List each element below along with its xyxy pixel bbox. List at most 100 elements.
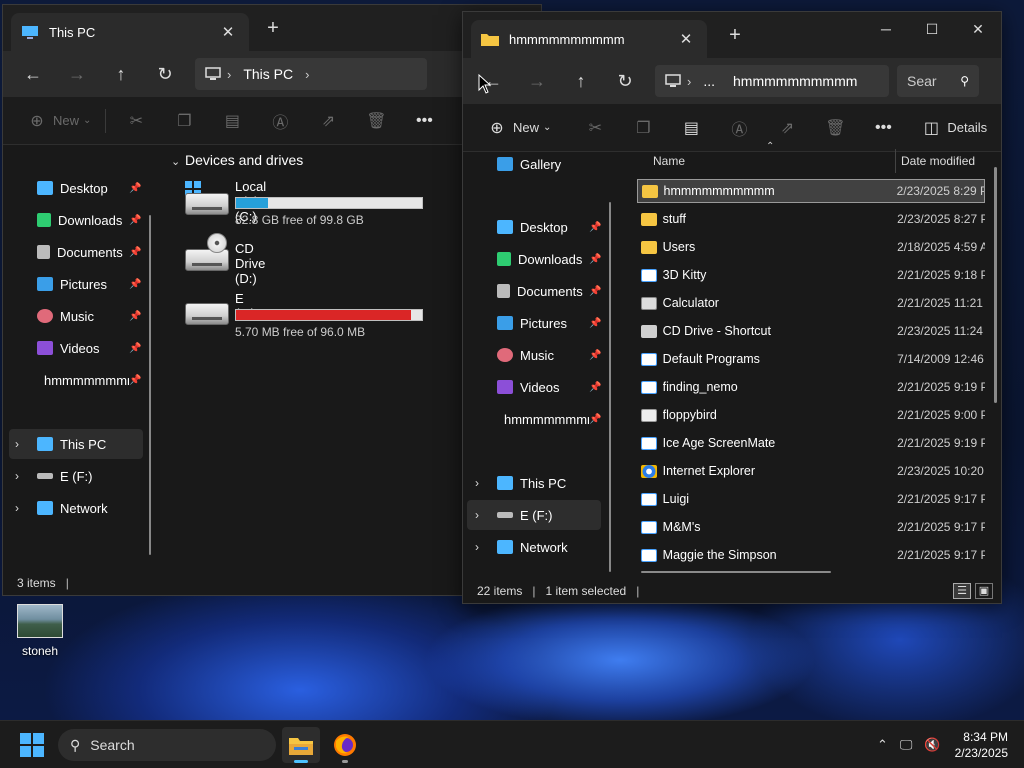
network-icon bbox=[497, 540, 513, 554]
address-bar[interactable]: › This PC › bbox=[195, 58, 427, 90]
computer-icon bbox=[497, 476, 513, 490]
nav-item-hmmm[interactable]: hmmmmmmmmmm bbox=[37, 365, 129, 395]
forward-button[interactable]: → bbox=[515, 65, 559, 97]
breadcrumb-overflow[interactable]: ... bbox=[703, 73, 715, 89]
close-tab-icon[interactable]: ✕ bbox=[675, 30, 697, 48]
chevron-right-icon[interactable]: › bbox=[15, 437, 19, 451]
breadcrumb-hmmm[interactable]: hmmmmmmmmmm bbox=[733, 73, 857, 89]
tab-this-pc[interactable]: This PC ✕ bbox=[11, 13, 249, 51]
divider bbox=[105, 108, 107, 133]
tab-title: hmmmmmmmmmm bbox=[509, 31, 625, 47]
nav-item-e-drive[interactable]: E (F:) bbox=[467, 500, 601, 530]
details-label: Details bbox=[947, 120, 988, 135]
breadcrumb-this-pc[interactable]: This PC bbox=[243, 66, 293, 82]
nav-item-hmmm[interactable]: hmmmmmmmmmm bbox=[497, 404, 589, 434]
start-button[interactable] bbox=[20, 733, 44, 757]
taskbar-firefox[interactable] bbox=[326, 727, 364, 763]
tab-hmmm[interactable]: hmmmmmmmmmm ✕ bbox=[471, 20, 707, 58]
maximize-button[interactable]: ☐ bbox=[909, 12, 955, 46]
clock[interactable]: 8:34 PM 2/23/2025 bbox=[955, 729, 1008, 761]
nav-item-downloads[interactable]: Downloads bbox=[37, 205, 122, 235]
forward-button[interactable]: → bbox=[55, 58, 99, 90]
nav-item-videos[interactable]: Videos bbox=[497, 372, 560, 402]
chevron-right-icon[interactable]: › bbox=[305, 67, 309, 82]
nav-item-this-pc[interactable]: This PC bbox=[9, 429, 143, 459]
computer-icon bbox=[665, 74, 681, 87]
nav-item-downloads[interactable]: Downloads bbox=[497, 244, 582, 274]
copy-button[interactable]: ❐ bbox=[160, 105, 208, 137]
folder-icon bbox=[481, 34, 499, 46]
new-tab-button[interactable]: + bbox=[723, 24, 747, 47]
desktop-icon-stoneh[interactable]: stoneh bbox=[12, 604, 68, 658]
share-button[interactable]: ⇗ bbox=[763, 112, 811, 144]
command-bar: ⊕ New ⌄ ✂ ❐ ▤ Ⓐ ⇗ 🗑 ••• bbox=[3, 97, 541, 145]
drive-free-space: 82.8 GB free of 99.8 GB bbox=[235, 213, 364, 227]
close-window-button[interactable]: ✕ bbox=[955, 12, 1001, 46]
delete-button[interactable]: 🗑 bbox=[811, 112, 859, 144]
cut-button[interactable]: ✂ bbox=[112, 105, 160, 137]
pin-icon: 📌 bbox=[589, 286, 602, 297]
paste-button[interactable]: ▤ bbox=[667, 112, 715, 144]
network-status-icon[interactable]: 🖵 bbox=[900, 737, 913, 753]
nav-item-e-drive[interactable]: E (F:) bbox=[37, 461, 93, 491]
details-view-button[interactable]: ☰ bbox=[953, 583, 971, 599]
nav-item-music[interactable]: Music bbox=[497, 340, 554, 370]
pin-icon: 📌 bbox=[589, 414, 602, 425]
taskbar-search[interactable]: ⚲ Search bbox=[58, 729, 276, 761]
share-button[interactable]: ⇗ bbox=[304, 105, 352, 137]
close-tab-icon[interactable]: ✕ bbox=[217, 23, 239, 41]
address-bar[interactable]: › ... hmmmmmmmmmm bbox=[655, 65, 889, 97]
chevron-right-icon[interactable]: › bbox=[15, 501, 19, 515]
running-indicator bbox=[342, 760, 348, 763]
chevron-right-icon[interactable]: › bbox=[475, 540, 479, 554]
back-button[interactable]: ← bbox=[11, 58, 55, 90]
volume-muted-icon[interactable]: 🔇 bbox=[924, 737, 940, 753]
nav-item-documents[interactable]: Documents bbox=[37, 237, 123, 267]
nav-scrollbar[interactable] bbox=[609, 202, 611, 572]
nav-item-desktop[interactable]: Desktop bbox=[497, 212, 568, 242]
paste-button[interactable]: ▤ bbox=[208, 105, 256, 137]
up-button[interactable]: ↑ bbox=[99, 58, 143, 90]
details-pane-button[interactable]: ◫ Details bbox=[907, 112, 995, 144]
nav-item-videos[interactable]: Videos bbox=[37, 333, 100, 363]
nav-item-network[interactable]: Network bbox=[497, 532, 568, 562]
nav-label: Gallery bbox=[520, 156, 562, 172]
more-options-button[interactable]: ••• bbox=[859, 112, 907, 144]
copy-button[interactable]: ❐ bbox=[619, 112, 667, 144]
nav-item-documents[interactable]: Documents bbox=[497, 276, 583, 306]
minimize-button[interactable]: ─ bbox=[863, 12, 909, 46]
nav-item-pictures[interactable]: Pictures bbox=[497, 308, 567, 338]
rename-button[interactable]: Ⓐ bbox=[715, 112, 763, 144]
nav-scrollbar[interactable] bbox=[149, 215, 151, 555]
new-tab-button[interactable]: + bbox=[261, 17, 285, 40]
up-button[interactable]: ↑ bbox=[559, 65, 603, 97]
new-button[interactable]: ⊕ New ⌄ bbox=[473, 112, 559, 144]
chevron-right-icon[interactable]: › bbox=[475, 508, 479, 522]
more-options-button[interactable]: ••• bbox=[400, 105, 448, 137]
nav-item-desktop[interactable]: Desktop bbox=[37, 173, 108, 203]
nav-item-gallery[interactable]: Gallery bbox=[497, 152, 561, 179]
nav-item-pictures[interactable]: Pictures bbox=[37, 269, 107, 299]
rename-button[interactable]: Ⓐ bbox=[256, 105, 304, 137]
nav-label: E (F:) bbox=[60, 468, 93, 484]
new-button[interactable]: ⊕ New ⌄ bbox=[13, 105, 99, 137]
details-pane-icon: ◫ bbox=[923, 119, 939, 137]
taskbar-file-explorer[interactable] bbox=[282, 727, 320, 763]
clock-date: 2/23/2025 bbox=[954, 746, 1008, 760]
chevron-down-icon[interactable]: ⌄ bbox=[171, 155, 180, 168]
chevron-up-icon[interactable]: ⌃ bbox=[877, 737, 888, 753]
refresh-button[interactable]: ↻ bbox=[603, 65, 647, 97]
chevron-right-icon[interactable]: › bbox=[15, 469, 19, 483]
nav-item-music[interactable]: Music bbox=[37, 301, 94, 331]
delete-button[interactable]: 🗑 bbox=[352, 105, 400, 137]
nav-item-network[interactable]: Network bbox=[37, 493, 108, 523]
scissors-icon: ✂ bbox=[588, 119, 603, 137]
tiles-view-button[interactable]: ▣ bbox=[975, 583, 993, 599]
search-box[interactable]: Sear ⚲ bbox=[897, 65, 979, 97]
refresh-button[interactable]: ↻ bbox=[143, 58, 187, 90]
plus-circle-icon: ⊕ bbox=[490, 119, 504, 137]
pin-icon: 📌 bbox=[129, 311, 142, 322]
chevron-right-icon[interactable]: › bbox=[475, 476, 479, 490]
nav-item-this-pc[interactable]: This PC bbox=[497, 468, 566, 498]
cut-button[interactable]: ✂ bbox=[571, 112, 619, 144]
